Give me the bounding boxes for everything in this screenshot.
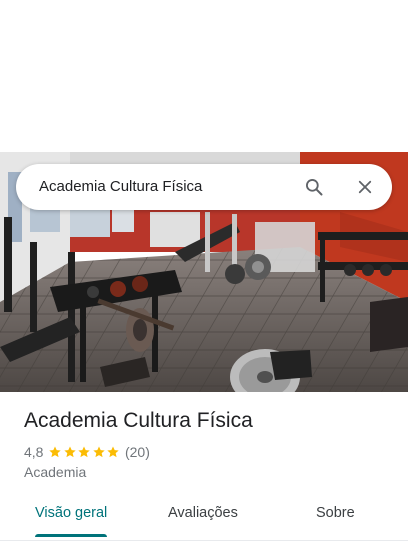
star-icon	[78, 446, 91, 458]
star-icon	[107, 446, 120, 458]
close-icon[interactable]	[353, 175, 377, 199]
place-info: Academia Cultura Física 4,8 (20) Academi…	[24, 406, 392, 480]
tab-about[interactable]: Sobre	[316, 505, 355, 521]
star-icon	[93, 446, 105, 458]
place-category[interactable]: Academia	[24, 464, 392, 480]
star-rating	[48, 445, 121, 459]
star-icon	[49, 446, 62, 458]
search-icon[interactable]	[302, 175, 326, 199]
place-title: Academia Cultura Física	[24, 409, 253, 432]
rating-value: 4,8	[24, 444, 44, 460]
active-tab-indicator	[35, 534, 107, 537]
search-input[interactable]: Academia Cultura Física	[39, 178, 202, 195]
rating-row[interactable]: 4,8 (20)	[24, 442, 392, 462]
tab-bar: Visão geral Avaliações Sobre	[0, 492, 408, 541]
tab-overview[interactable]: Visão geral	[35, 505, 107, 521]
tab-reviews[interactable]: Avaliações	[168, 505, 238, 521]
search-bar[interactable]: Academia Cultura Física	[16, 164, 392, 210]
review-count[interactable]: (20)	[125, 444, 150, 460]
star-icon	[64, 446, 76, 458]
